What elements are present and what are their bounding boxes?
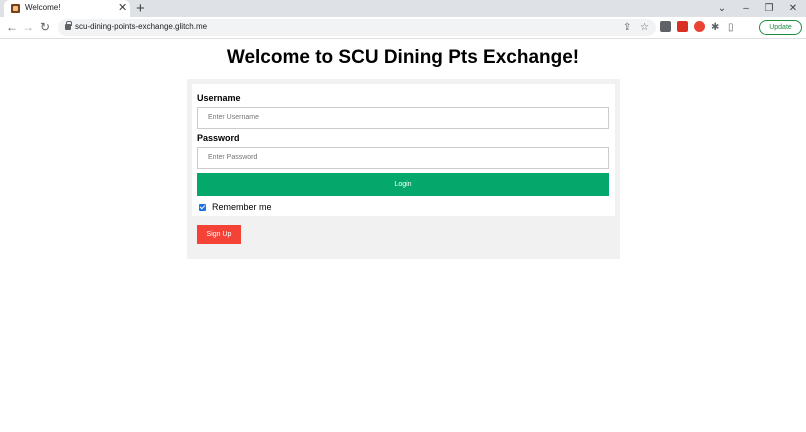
browser-tab[interactable]: Welcome! ✕: [4, 0, 130, 17]
login-button[interactable]: Login: [197, 173, 609, 196]
password-input[interactable]: Enter Password: [197, 147, 609, 169]
remember-me-checkbox[interactable]: [199, 203, 206, 211]
bookmark-star-icon[interactable]: ☆: [640, 21, 649, 34]
back-icon[interactable]: ←: [4, 19, 20, 36]
extension-grid-icon[interactable]: [660, 21, 671, 32]
address-bar[interactable]: scu-dining-points-exchange.glitch.me ⇪ ☆: [58, 19, 656, 36]
sign-up-button[interactable]: Sign Up: [197, 225, 241, 244]
tab-title: Welcome!: [25, 3, 61, 12]
new-tab-button[interactable]: +: [136, 0, 145, 17]
update-button[interactable]: Update: [759, 20, 802, 35]
login-form: Username Enter Username Password Enter P…: [192, 84, 615, 216]
page-title: Welcome to SCU Dining Pts Exchange!: [226, 47, 580, 68]
reload-icon[interactable]: ↻: [37, 19, 53, 36]
tab-search-icon[interactable]: ⌄: [712, 0, 732, 17]
extension-record-icon[interactable]: [694, 21, 705, 32]
window-close-icon[interactable]: ✕: [783, 0, 803, 17]
minimize-icon[interactable]: –: [736, 0, 756, 17]
browser-toolbar: ← → ↻ scu-dining-points-exchange.glitch.…: [0, 17, 806, 39]
tab-close-icon[interactable]: ✕: [118, 1, 127, 15]
password-label: Password: [197, 133, 240, 143]
site-favicon-icon: [11, 4, 20, 13]
remember-me-row: Remember me: [199, 201, 272, 213]
extensions-puzzle-icon[interactable]: ✱: [711, 21, 719, 34]
login-form-panel: Username Enter Username Password Enter P…: [187, 79, 620, 259]
tab-strip: Welcome! ✕ + ⌄ – ❐ ✕: [0, 0, 806, 17]
side-panel-icon[interactable]: ▯: [728, 21, 734, 34]
share-icon[interactable]: ⇪: [623, 21, 631, 34]
extension-shield-icon[interactable]: [677, 21, 688, 32]
restore-icon[interactable]: ❐: [759, 0, 779, 17]
url-text[interactable]: scu-dining-points-exchange.glitch.me: [75, 22, 207, 31]
remember-me-label[interactable]: Remember me: [212, 202, 272, 212]
lock-icon[interactable]: [65, 21, 72, 30]
username-input[interactable]: Enter Username: [197, 107, 609, 129]
forward-icon[interactable]: →: [20, 19, 36, 36]
username-label: Username: [197, 93, 241, 103]
